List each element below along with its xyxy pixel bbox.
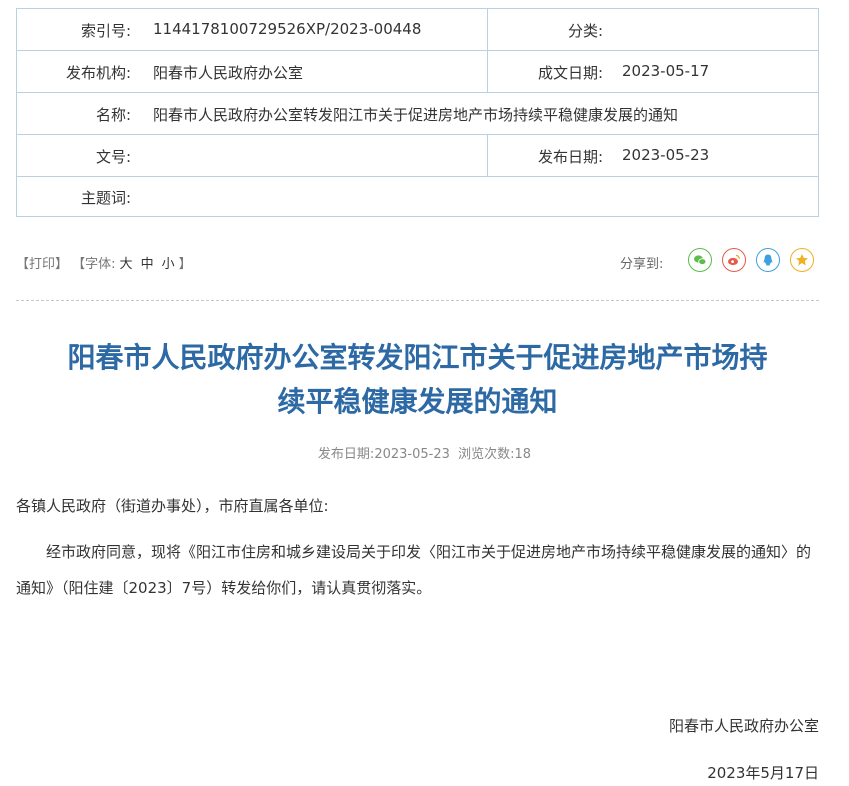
name-label: 名称: — [95, 106, 131, 124]
salutation: 各镇人民政府（街道办事处），市府直属各单位: — [16, 497, 329, 515]
views-count: 18 — [514, 447, 532, 462]
qq-icon[interactable] — [756, 248, 780, 272]
font-medium-link[interactable]: 中 — [141, 257, 154, 272]
keywords-label: 主题词: — [80, 189, 131, 207]
divider — [16, 300, 819, 301]
created-date-value: 2023-05-17 — [622, 62, 710, 80]
metadata-table: 索引号: 1144178100729526XP/2023-00448 分类: 发… — [16, 8, 819, 217]
index-value: 1144178100729526XP/2023-00448 — [153, 20, 422, 38]
publisher-value: 阳春市人民政府办公室 — [153, 64, 304, 82]
share-label: 分享到: — [620, 257, 664, 272]
publish-label: 发布日期: — [317, 447, 375, 462]
category-label: 分类: — [567, 22, 603, 40]
body-paragraph: 经市政府同意，现将《阳江市住房和城乡建设局关于印发〈阳江市关于促进房地产市场持续… — [16, 543, 812, 597]
print-link[interactable]: 【打印】 — [16, 257, 68, 272]
meta-row-docno: 文号: 发布日期: 2023-05-23 — [17, 135, 818, 177]
font-small-link[interactable]: 小 — [162, 257, 175, 272]
publisher-label: 发布机构: — [65, 64, 131, 82]
publish-date-label: 发布日期: — [537, 148, 603, 166]
font-large-link[interactable]: 大 — [120, 257, 133, 272]
views-label: 浏览次数: — [458, 447, 515, 462]
title-line-1: 阳春市人民政府办公室转发阳江市关于促进房地产市场持 — [67, 341, 768, 374]
sign-date: 2023年5月17日 — [707, 764, 819, 782]
title-line-2: 续平稳健康发展的通知 — [277, 385, 558, 418]
font-size-prefix: 【字体: — [72, 257, 116, 272]
toolbar: 【打印】 【字体: 大中小】 — [16, 253, 192, 272]
publish-date-value: 2023-05-23 — [622, 146, 710, 164]
meta-row-name: 名称: 阳春市人民政府办公室转发阳江市关于促进房地产市场持续平稳健康发展的通知 — [17, 93, 818, 135]
font-size-suffix: 】 — [178, 257, 192, 272]
created-date-label: 成文日期: — [537, 64, 603, 82]
publish-date: 2023-05-23 — [374, 447, 450, 462]
article-title: 阳春市人民政府办公室转发阳江市关于促进房地产市场持 续平稳健康发展的通知 — [16, 336, 819, 424]
meta-row-keywords: 主题词: — [17, 177, 818, 216]
weibo-icon[interactable] — [722, 248, 746, 272]
doc-number-label: 文号: — [95, 148, 131, 166]
name-value: 阳春市人民政府办公室转发阳江市关于促进房地产市场持续平稳健康发展的通知 — [153, 106, 679, 124]
meta-row-publisher: 发布机构: 阳春市人民政府办公室 成文日期: 2023-05-17 — [17, 51, 818, 93]
index-label: 索引号: — [80, 22, 131, 40]
meta-row-index: 索引号: 1144178100729526XP/2023-00448 分类: — [17, 9, 818, 51]
signature: 阳春市人民政府办公室 — [668, 717, 819, 735]
qzone-icon[interactable] — [790, 248, 814, 272]
wechat-icon[interactable] — [688, 248, 712, 272]
article-info: 发布日期:2023-05-23 浏览次数:18 — [0, 443, 849, 462]
